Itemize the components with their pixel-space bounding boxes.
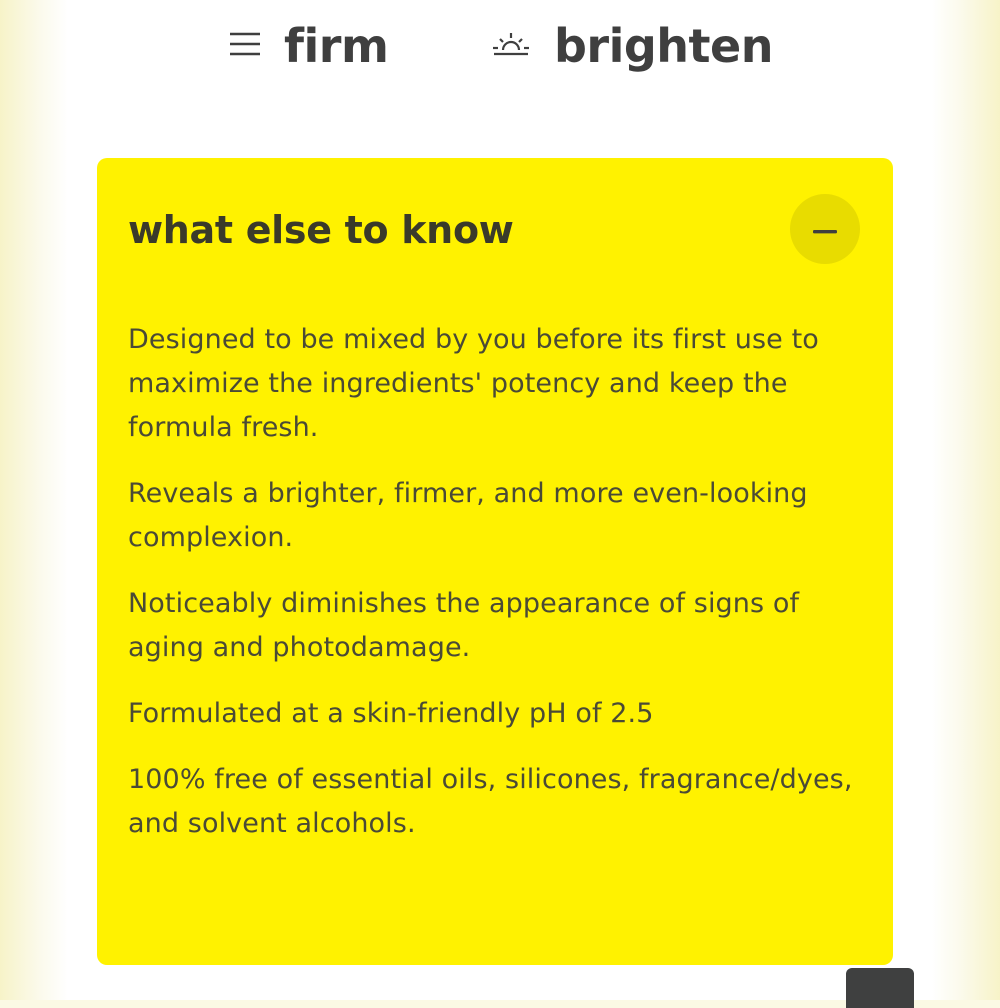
accordion-card: what else to know Designed to be mixed b… bbox=[97, 158, 893, 965]
menu-icon bbox=[228, 31, 262, 61]
accordion-title[interactable]: what else to know bbox=[128, 208, 514, 252]
nav-item-brighten[interactable]: brighten bbox=[490, 16, 774, 76]
info-paragraph: Reveals a brighter, firmer, and more eve… bbox=[128, 478, 808, 553]
info-paragraph: Formulated at a skin-friendly pH of 2.5 bbox=[128, 698, 654, 729]
collapse-button[interactable] bbox=[790, 194, 860, 264]
info-paragraph: Designed to be mixed by you before its f… bbox=[128, 324, 819, 443]
accordion-body: Designed to be mixed by you before its f… bbox=[128, 318, 863, 868]
sun-icon bbox=[490, 30, 532, 62]
header: firm brighten bbox=[0, 0, 1000, 100]
nav-label-brighten: brighten bbox=[554, 19, 774, 73]
minus-icon bbox=[813, 220, 837, 239]
nav-label-firm: firm bbox=[284, 19, 389, 73]
scroll-to-top-button[interactable] bbox=[846, 968, 914, 1008]
info-paragraph: 100% free of essential oils, silicones, … bbox=[128, 764, 853, 839]
page-background: firm brighten what else to know Designed… bbox=[0, 0, 1000, 1008]
info-paragraph: Noticeably diminishes the appearance of … bbox=[128, 588, 800, 663]
nav-item-firm[interactable]: firm bbox=[228, 16, 389, 76]
